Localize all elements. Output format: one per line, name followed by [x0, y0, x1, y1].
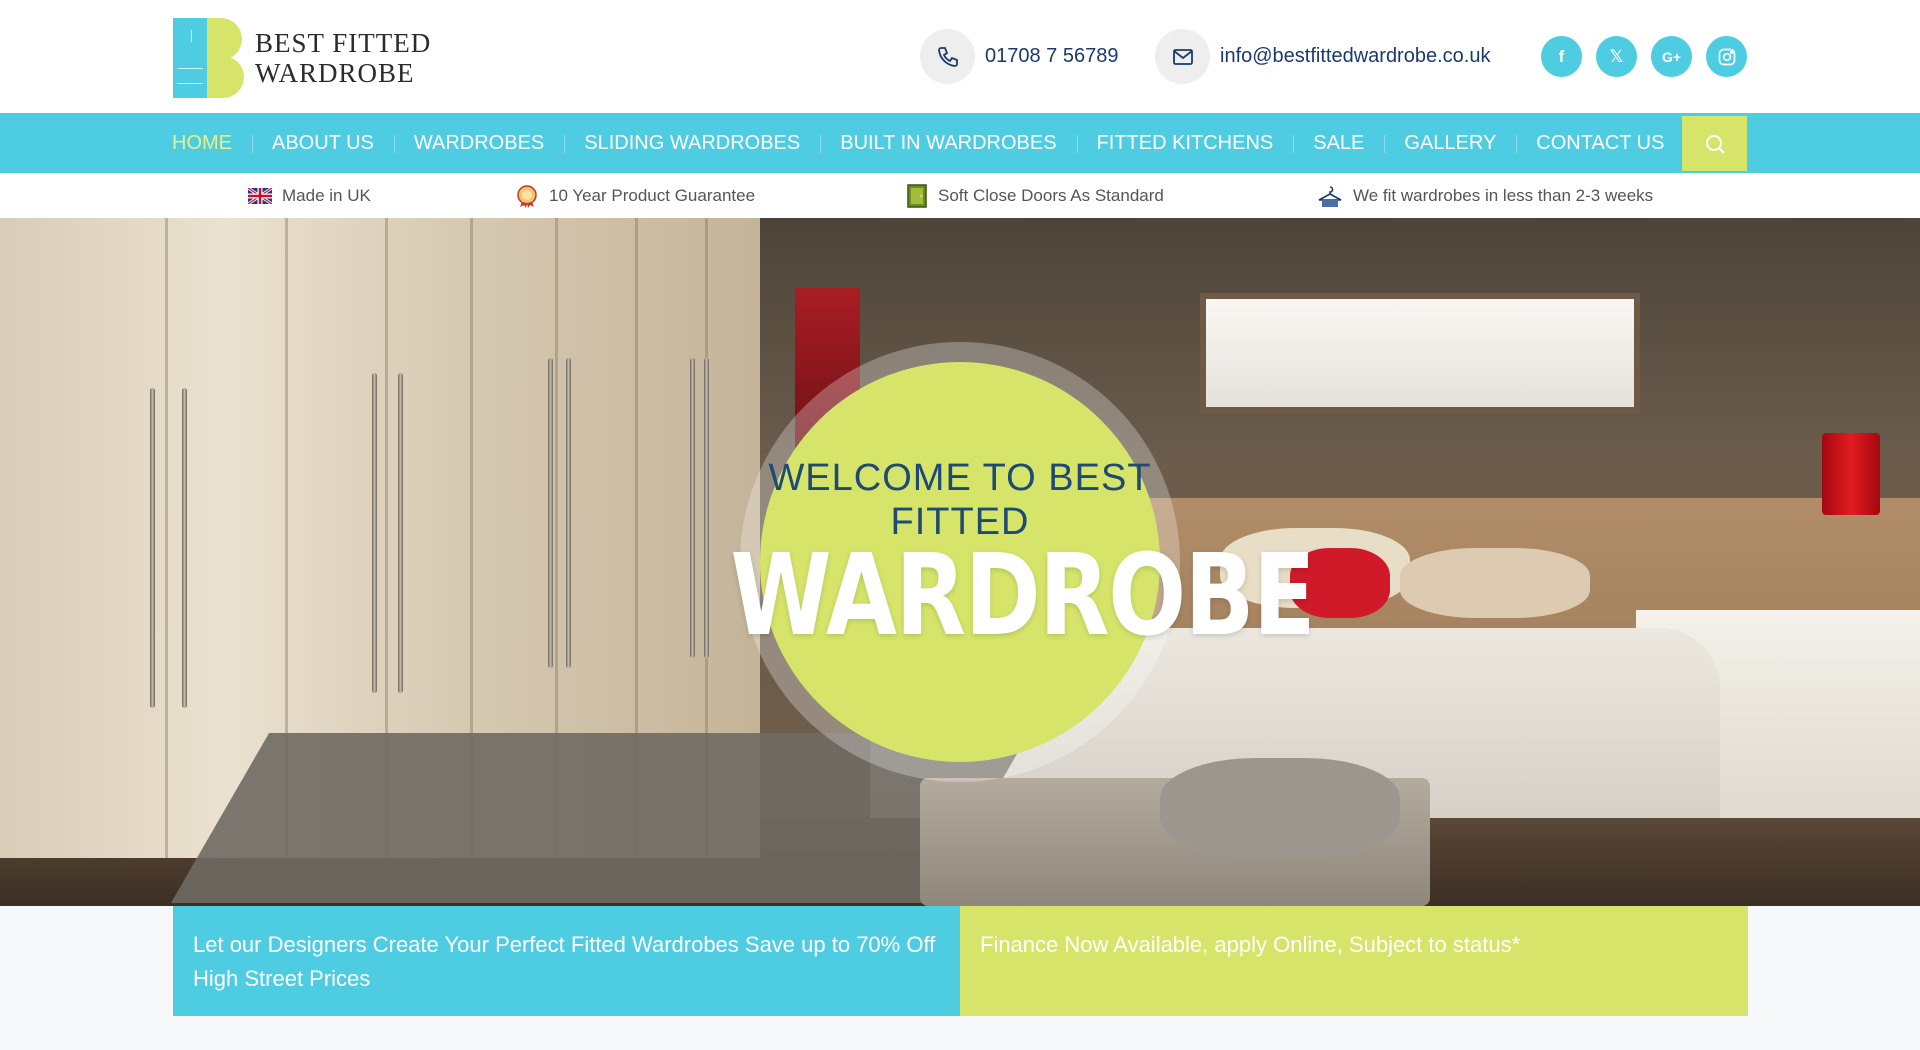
page: BEST FITTED WARDROBE 01708 7 56789 info@…	[0, 0, 1920, 1050]
award-badge-icon	[515, 184, 539, 208]
nav-item-gallery[interactable]: GALLERY	[1384, 113, 1516, 173]
logo-mark	[173, 18, 244, 98]
feature-label: We fit wardrobes in less than 2-3 weeks	[1353, 185, 1654, 205]
finance-promo-banner[interactable]: Finance Now Available, apply Online, Sub…	[960, 906, 1748, 1016]
x-twitter-icon[interactable]: 𝕏	[1596, 36, 1637, 77]
search-button[interactable]	[1682, 116, 1747, 171]
nav-item-home[interactable]: HOME	[172, 113, 252, 173]
uk-flag-icon	[248, 187, 272, 204]
nav-item-built-in-wardrobes[interactable]: BUILT IN WARDROBES	[820, 113, 1076, 173]
hero-banner: WELCOME TO BEST FITTED WARDROBE	[0, 218, 1920, 906]
features-bar: Made in UK 10 Year Product Guarantee Sof…	[0, 173, 1920, 218]
nav-menu: HOME ABOUT US WARDROBES SLIDING WARDROBE…	[172, 113, 1684, 173]
logo-line-2: WARDROBE	[255, 58, 415, 88]
social-links: f 𝕏 G+	[1541, 36, 1747, 77]
site-header: BEST FITTED WARDROBE 01708 7 56789 info@…	[0, 0, 1920, 113]
designers-promo-banner[interactable]: Let our Designers Create Your Perfect Fi…	[173, 906, 960, 1016]
logo-text: BEST FITTED WARDROBE	[255, 28, 431, 88]
site-logo[interactable]: BEST FITTED WARDROBE	[173, 17, 473, 99]
nav-item-sale[interactable]: SALE	[1293, 113, 1384, 173]
feature-soft-close: Soft Close Doors As Standard	[906, 173, 1164, 218]
nav-item-about-us[interactable]: ABOUT US	[252, 113, 394, 173]
feature-label: Made in UK	[282, 185, 371, 205]
nav-item-wardrobes[interactable]: WARDROBES	[393, 113, 564, 173]
nav-item-fitted-kitchens[interactable]: FITTED KITCHENS	[1076, 113, 1294, 173]
mail-icon	[1155, 29, 1210, 84]
phone-number[interactable]: 01708 7 56789	[985, 45, 1118, 68]
main-nav: HOME ABOUT US WARDROBES SLIDING WARDROBE…	[0, 113, 1920, 173]
nav-item-sliding-wardrobes[interactable]: SLIDING WARDROBES	[564, 113, 820, 173]
phone-icon	[920, 29, 975, 84]
logo-line-1: BEST FITTED	[255, 28, 432, 58]
phone-contact[interactable]: 01708 7 56789	[920, 29, 1118, 84]
nav-item-contact-us[interactable]: CONTACT US	[1516, 113, 1684, 173]
feature-fast-fit: We fit wardrobes in less than 2-3 weeks	[1317, 173, 1653, 218]
email-address[interactable]: info@bestfittedwardrobe.co.uk	[1220, 45, 1490, 68]
feature-made-in-uk: Made in UK	[248, 173, 371, 218]
google-plus-icon[interactable]: G+	[1651, 36, 1692, 77]
instagram-icon[interactable]	[1706, 36, 1747, 77]
facebook-icon[interactable]: f	[1541, 36, 1582, 77]
hanger-icon	[1317, 184, 1343, 208]
feature-label: 10 Year Product Guarantee	[549, 185, 756, 205]
email-contact[interactable]: info@bestfittedwardrobe.co.uk	[1155, 29, 1490, 84]
hero-title: WARDROBE	[730, 531, 1315, 661]
door-icon	[906, 183, 928, 208]
feature-guarantee: 10 Year Product Guarantee	[515, 173, 755, 218]
feature-label: Soft Close Doors As Standard	[938, 185, 1164, 205]
search-icon	[1705, 134, 1725, 154]
